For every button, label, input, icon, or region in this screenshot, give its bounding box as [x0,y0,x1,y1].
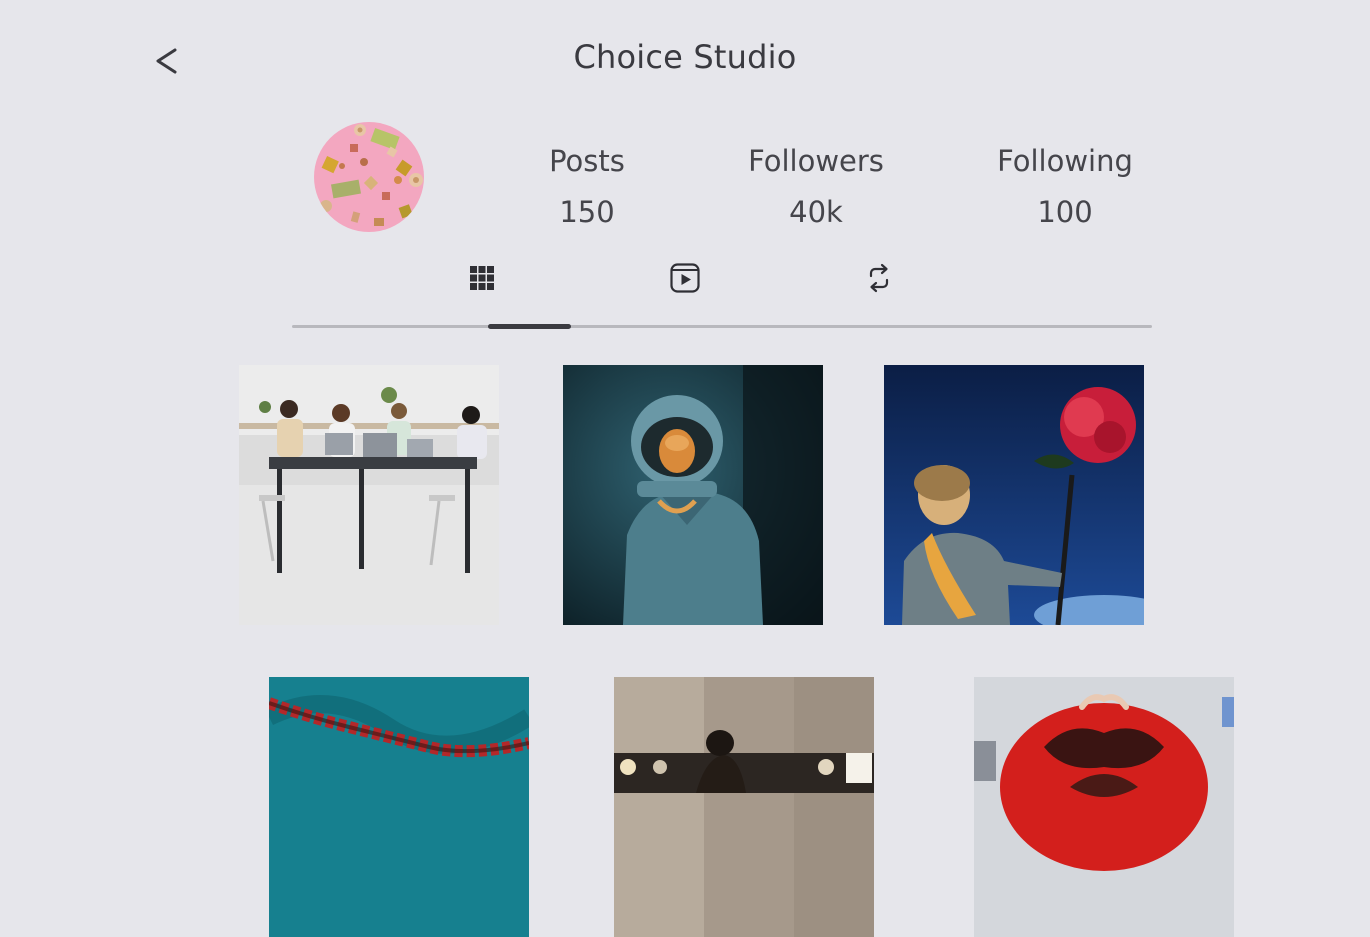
stat-value: 150 [559,195,615,229]
stat-posts[interactable]: Posts 150 [482,140,692,233]
team-meeting-photo-icon [239,365,499,625]
stat-label: Followers [748,144,884,178]
post-thumbnail-team-meeting[interactable] [239,365,499,625]
tab-grid[interactable] [465,262,499,294]
red-dress-photo-icon [974,677,1234,937]
page-title: Choice Studio [573,38,797,76]
grid-icon [470,266,494,290]
stat-label: Following [997,144,1133,178]
stat-followers[interactable]: Followers 40k [711,140,921,233]
abstract-shapes-avatar-icon [314,122,424,232]
post-thumbnail-pool-rope[interactable] [269,677,529,937]
post-thumbnail-red-dress[interactable] [974,677,1234,937]
post-thumbnail-boy-with-rose[interactable] [884,365,1144,625]
video-play-icon [670,263,700,293]
tab-videos[interactable] [668,262,702,294]
avatar[interactable] [314,122,424,232]
active-tab-indicator [488,324,571,329]
repost-icon [869,263,889,293]
boy-with-rose-photo-icon [884,365,1144,625]
studio-musician-photo-icon [614,677,874,937]
astronaut-portrait-photo-icon [563,365,823,625]
pool-rope-photo-icon [269,677,529,937]
stat-label: Posts [549,144,625,178]
stat-value: 40k [789,195,843,229]
tab-track [292,325,1152,328]
post-thumbnail-studio-musician[interactable] [614,677,874,937]
tab-reposts[interactable] [862,262,896,294]
stat-following[interactable]: Following 100 [960,140,1170,233]
stat-value: 100 [1037,195,1093,229]
post-thumbnail-astronaut[interactable] [563,365,823,625]
